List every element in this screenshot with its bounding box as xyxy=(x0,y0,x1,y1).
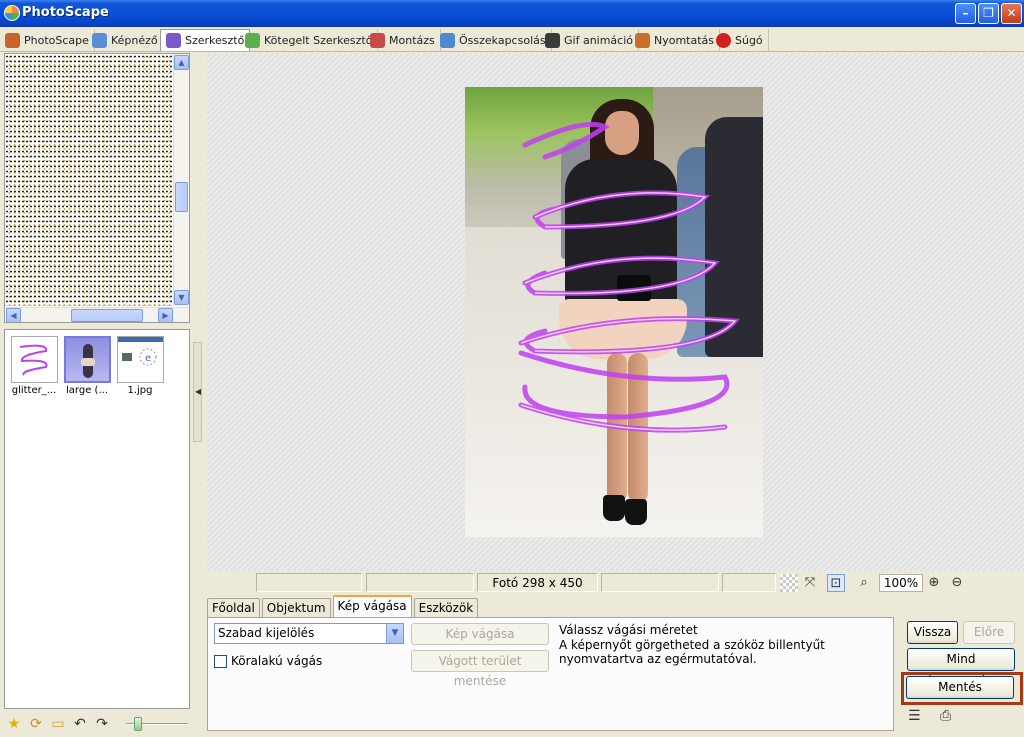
file-item[interactable]: glitter_... xyxy=(9,336,59,396)
circle-crop-checkbox[interactable]: Köralakú vágás xyxy=(214,654,322,668)
tab-tools[interactable]: Eszközök xyxy=(413,598,479,617)
tree-hscroll-thumb[interactable] xyxy=(71,309,143,322)
file-name: 1.jpg xyxy=(127,385,153,396)
title-bar: PhotoScape – ❐ ✕ xyxy=(0,0,1024,27)
help-icon xyxy=(716,32,731,48)
zoom-level: 100% xyxy=(879,574,923,592)
tab-print[interactable]: Nyomtatás xyxy=(630,29,721,51)
photoscape-window: PhotoScape – ❐ ✕ PhotoScape Képnéző Szer… xyxy=(0,0,1024,737)
tree-horizontal-scrollbar[interactable]: ◀ ▶ xyxy=(5,307,189,322)
svg-text:e: e xyxy=(145,353,151,364)
tab-photoscape[interactable]: PhotoScape xyxy=(0,29,95,51)
bottom-right-icons: ☰ ⎙ xyxy=(908,708,956,724)
scroll-up-icon[interactable]: ▲ xyxy=(174,55,189,70)
status-field xyxy=(366,573,474,592)
batch-editor-icon xyxy=(245,32,260,48)
photoscape-icon xyxy=(5,32,20,48)
app-icon xyxy=(4,5,20,21)
folder-tree-content xyxy=(5,54,175,306)
tab-crop[interactable]: Kép vágása xyxy=(332,595,412,617)
chevron-down-icon[interactable]: ▼ xyxy=(386,624,403,643)
star-icon[interactable]: ★ xyxy=(6,716,22,732)
undo-button[interactable]: Vissza xyxy=(907,621,958,644)
list-icon[interactable]: ☰ xyxy=(908,708,924,724)
undo-all-button[interactable]: Mind visszavonása xyxy=(907,648,1015,687)
zoom-in-icon[interactable]: ⊕ xyxy=(925,574,943,592)
file-thumbnail xyxy=(10,336,58,383)
window-title: PhotoScape xyxy=(22,5,109,20)
main-tabs: PhotoScape Képnéző Szerkesztő Kötegelt S… xyxy=(0,28,1024,52)
photo-size-label: Fotó 298 x 450 xyxy=(477,573,598,592)
file-name: large (... xyxy=(66,385,108,396)
image-canvas[interactable] xyxy=(207,53,1024,571)
file-item[interactable]: large (... xyxy=(62,336,112,396)
tab-viewer[interactable]: Képnéző xyxy=(87,29,164,51)
editor-tabs: Főoldal Objektum Kép vágása Eszközök xyxy=(207,595,480,617)
tab-object[interactable]: Objektum xyxy=(261,598,331,617)
tab-help[interactable]: Súgó xyxy=(711,29,769,51)
tab-home[interactable]: Főoldal xyxy=(207,598,260,617)
forward-arrow-icon[interactable]: ↷ xyxy=(94,716,110,732)
crop-hint-title: Válassz vágási méretet xyxy=(559,623,698,637)
fit-to-window-icon[interactable]: ⤧ xyxy=(801,574,819,592)
save-button[interactable]: Mentés xyxy=(906,676,1014,699)
left-toolbar: ★ ⟳ ▭ ↶ ↷ xyxy=(4,713,190,735)
slider-knob[interactable] xyxy=(134,717,142,731)
status-field xyxy=(256,573,362,592)
gif-icon xyxy=(545,32,560,48)
editor-icon xyxy=(166,33,181,48)
crop-panel: Szabad kijelölés ▼ Köralakú vágás Kép vá… xyxy=(207,617,894,731)
scroll-right-icon[interactable]: ▶ xyxy=(158,308,173,322)
minimize-button[interactable]: – xyxy=(955,3,976,24)
scroll-left-icon[interactable]: ◀ xyxy=(6,308,21,322)
selection-mode-value: Szabad kijelölés xyxy=(218,626,315,640)
back-arrow-icon[interactable]: ↶ xyxy=(72,716,88,732)
refresh-icon[interactable]: ⟳ xyxy=(28,716,44,732)
tab-combine[interactable]: Összekapcsolás xyxy=(435,29,552,51)
scroll-down-icon[interactable]: ▼ xyxy=(174,290,189,305)
tree-scroll-thumb[interactable] xyxy=(175,182,188,212)
status-field xyxy=(722,573,776,592)
save-crop-area-button[interactable]: Vágott terület mentése xyxy=(411,650,549,688)
close-button[interactable]: ✕ xyxy=(1001,3,1022,24)
redo-button[interactable]: Előre xyxy=(963,621,1015,644)
file-thumbnail: e xyxy=(116,336,164,383)
tab-editor[interactable]: Szerkesztő xyxy=(160,29,251,51)
zoom-fit-icon[interactable]: ⌕ xyxy=(855,574,873,592)
file-list: glitter_... large (... e 1.jpg xyxy=(4,329,190,709)
file-item[interactable]: e 1.jpg xyxy=(115,336,165,396)
combine-icon xyxy=(440,32,455,48)
glitter-spiral-overlay xyxy=(518,121,741,433)
tab-page[interactable]: Montázs xyxy=(365,29,441,51)
crop-hint-text: A képernyőt görgetheted a szóköz billent… xyxy=(559,638,825,666)
edited-photo[interactable] xyxy=(465,87,763,537)
status-bar: Fotó 298 x 450 ⤧ ⊡ ⌕ 100% ⊕ ⊖ xyxy=(207,572,1024,594)
folder-tree[interactable]: ▲ ▼ ◀ ▶ xyxy=(4,53,190,323)
left-panel: ▲ ▼ ◀ ▶ glitter_... large (... e 1.jpg ★… xyxy=(0,53,192,737)
page-icon xyxy=(370,32,385,48)
tab-gif-animation[interactable]: Gif animáció xyxy=(540,29,640,51)
zoom-out-icon[interactable]: ⊖ xyxy=(948,574,966,592)
file-thumbnail xyxy=(63,336,111,383)
circle-crop-label: Köralakú vágás xyxy=(231,654,323,668)
print-icon xyxy=(635,32,650,48)
tree-vertical-scrollbar[interactable]: ▲ ▼ xyxy=(173,54,189,306)
file-name: glitter_... xyxy=(11,385,57,396)
status-field xyxy=(601,573,719,592)
printer-icon[interactable]: ⎙ xyxy=(940,708,956,724)
crop-button[interactable]: Kép vágása xyxy=(411,623,549,645)
maximize-button[interactable]: ❐ xyxy=(978,3,999,24)
checkbox-box[interactable] xyxy=(214,654,227,668)
viewer-icon xyxy=(92,32,107,48)
actual-size-icon[interactable]: ⊡ xyxy=(827,574,845,592)
thumbnail-size-slider[interactable] xyxy=(126,716,188,732)
panel-splitter[interactable]: ◀ xyxy=(193,342,202,442)
selection-mode-dropdown[interactable]: Szabad kijelölés ▼ xyxy=(214,623,404,644)
folder-icon[interactable]: ▭ xyxy=(50,716,66,732)
collapse-arrow-icon[interactable]: ◀ xyxy=(195,387,201,396)
transparency-grid-icon[interactable] xyxy=(780,574,798,592)
tab-batch-editor[interactable]: Kötegelt Szerkesztő xyxy=(240,29,379,51)
